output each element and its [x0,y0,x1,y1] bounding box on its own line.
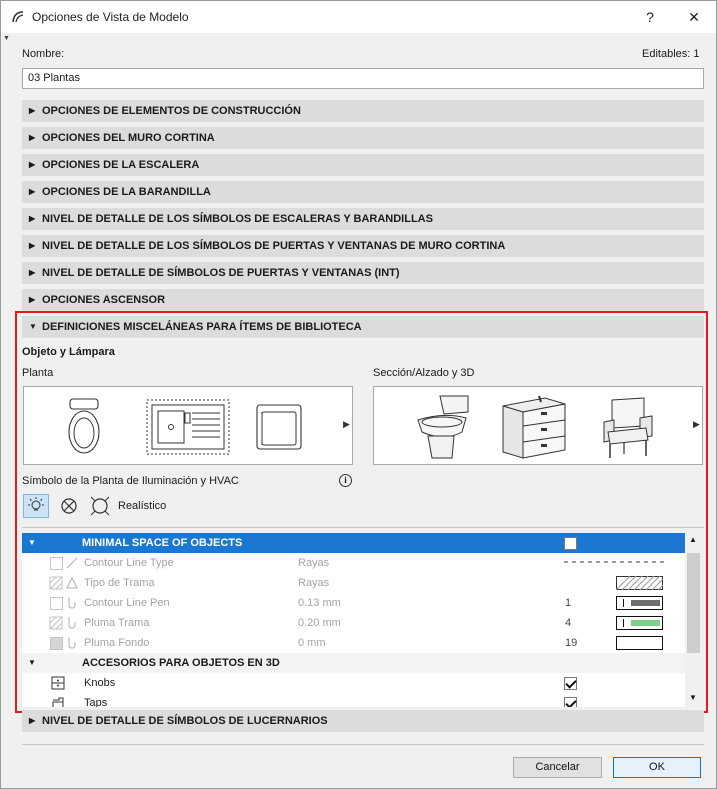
editables-label: Editables: 1 [642,48,700,60]
section-stair[interactable]: ▶ OPCIONES DE LA ESCALERA [22,154,704,176]
expand-arrow-icon: ▶ [29,133,36,142]
help-button[interactable]: ? [637,7,663,27]
ok-button[interactable]: OK [613,757,701,778]
section-railing[interactable]: ▶ OPCIONES DE LA BARANDILLA [22,181,704,203]
section-stair-railing-detail[interactable]: ▶ NIVEL DE DETALLE DE LOS SÍMBOLOS DE ES… [22,208,704,230]
section-label: OPCIONES DE LA ESCALERA [42,159,200,171]
title-bar: Opciones de Vista de Modelo ? ✕ [1,1,716,33]
name-label: Nombre: [22,48,65,60]
expand-arrow-icon: ▶ [29,241,36,250]
dialog-window: Opciones de Vista de Modelo ? ✕ ▼ Nombre… [0,0,717,789]
expand-arrow-icon: ▶ [29,160,36,169]
expand-arrow-icon: ▶ [29,187,36,196]
section-label: OPCIONES DEL MURO CORTINA [42,132,215,144]
section-skylight-detail[interactable]: ▶ NIVEL DE DETALLE DE SÍMBOLOS DE LUCERN… [22,710,704,732]
window-title: Opciones de Vista de Modelo [32,10,189,24]
section-curtain-wall[interactable]: ▶ OPCIONES DEL MURO CORTINA [22,127,704,149]
section-door-window-detail[interactable]: ▶ NIVEL DE DETALLE DE SÍMBOLOS DE PUERTA… [22,262,704,284]
name-input[interactable]: 03 Plantas [22,68,704,89]
highlight-frame [15,311,708,713]
section-label: NIVEL DE DETALLE DE LOS SÍMBOLOS DE PUER… [42,240,506,252]
expand-arrow-icon: ▶ [29,106,36,115]
expand-arrow-icon: ▶ [29,214,36,223]
close-button[interactable]: ✕ [681,7,707,27]
expand-arrow-icon: ▶ [29,716,36,725]
section-building-elements[interactable]: ▶ OPCIONES DE ELEMENTOS DE CONSTRUCCIÓN [22,100,704,122]
archicad-app-icon [12,11,24,23]
expand-arrow-icon: ▶ [29,295,36,304]
section-label: OPCIONES DE ELEMENTOS DE CONSTRUCCIÓN [42,105,301,117]
expand-arrow-icon: ▶ [29,268,36,277]
cancel-button[interactable]: Cancelar [513,757,602,778]
divider [22,744,704,745]
dialog-body: ▼ Nombre: Editables: 1 03 Plantas ▶ OPCI… [1,33,716,788]
section-label: OPCIONES DE LA BARANDILLA [42,186,211,198]
section-elevator[interactable]: ▶ OPCIONES ASCENSOR [22,289,704,311]
section-cw-door-window-detail[interactable]: ▶ NIVEL DE DETALLE DE LOS SÍMBOLOS DE PU… [22,235,704,257]
section-label: OPCIONES ASCENSOR [42,294,166,306]
section-label: NIVEL DE DETALLE DE SÍMBOLOS DE PUERTAS … [42,267,400,279]
collapse-arrow-icon[interactable]: ▼ [3,35,10,42]
section-label: NIVEL DE DETALLE DE LOS SÍMBOLOS DE ESCA… [42,213,433,225]
section-label: NIVEL DE DETALLE DE SÍMBOLOS DE LUCERNAR… [42,715,328,727]
